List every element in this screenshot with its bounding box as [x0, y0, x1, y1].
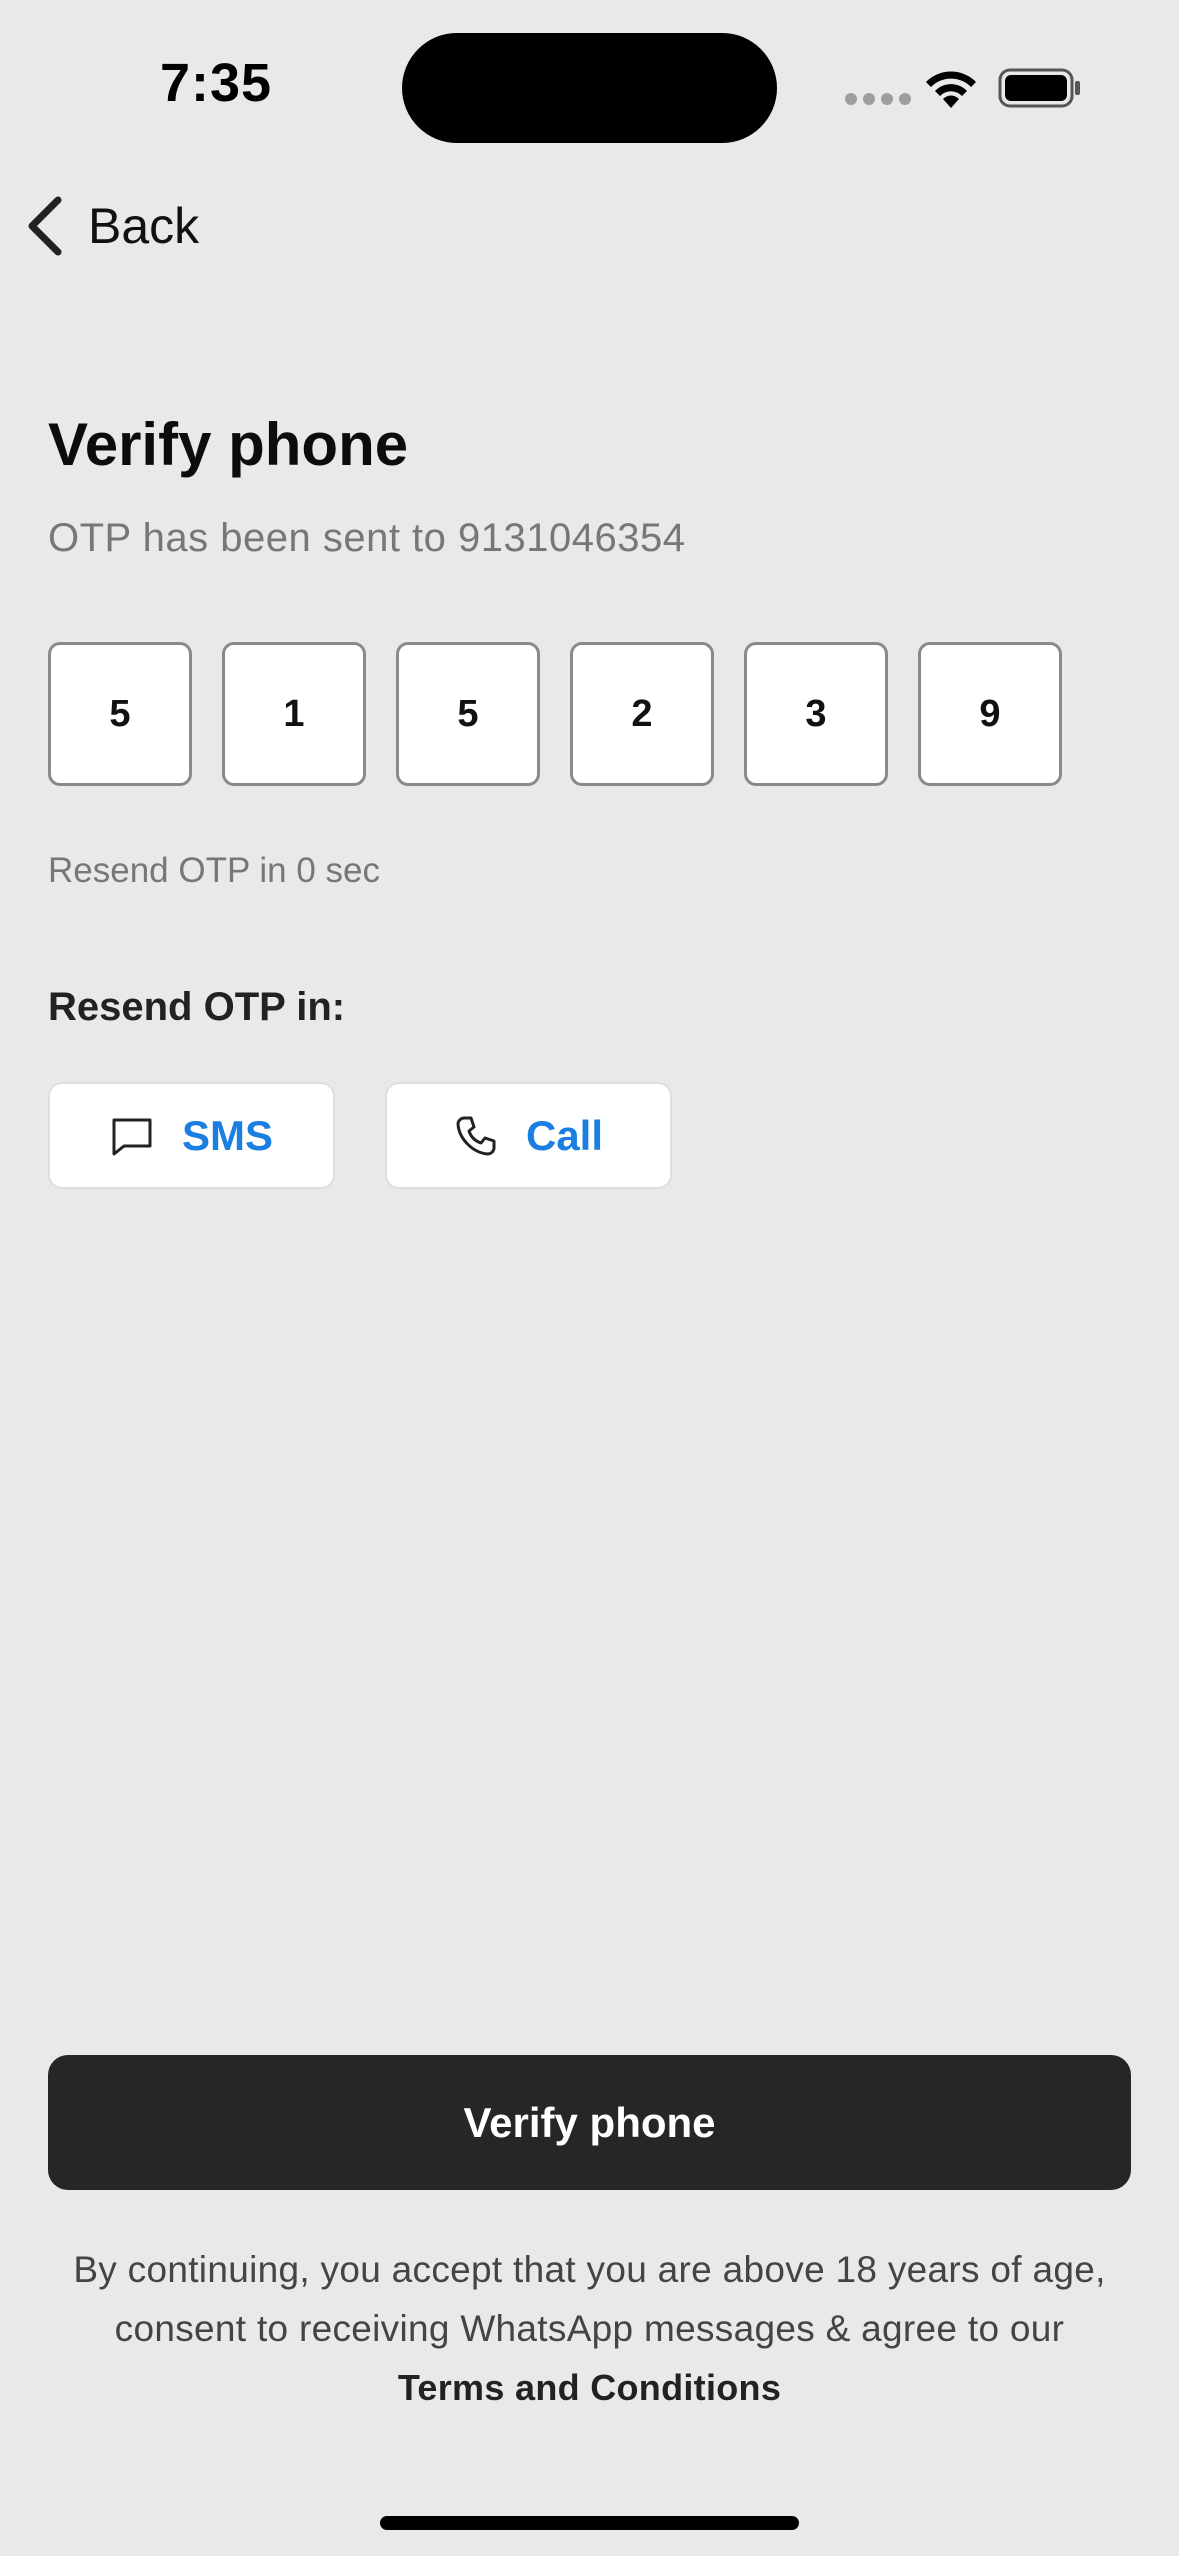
- chevron-left-icon: [28, 196, 62, 256]
- disclaimer-line-2: consent to receiving WhatsApp messages &…: [114, 2308, 1065, 2349]
- dynamic-island: [402, 33, 777, 143]
- terms-disclaimer: By continuing, you accept that you are a…: [30, 2240, 1149, 2417]
- message-icon: [112, 1118, 152, 1155]
- back-label: Back: [88, 198, 200, 254]
- resend-sms-label: SMS: [181, 1111, 273, 1159]
- phone-icon: [456, 1116, 496, 1155]
- otp-digit-field[interactable]: 5: [48, 642, 192, 786]
- battery-icon: [998, 68, 1080, 108]
- otp-digit-field[interactable]: 5: [396, 642, 540, 786]
- back-button[interactable]: Back: [22, 190, 199, 262]
- status-time: 7:35: [160, 53, 273, 113]
- otp-sent-subtitle: OTP has been sent to 9131046354: [48, 516, 686, 560]
- terms-and-conditions-link[interactable]: Terms and Conditions: [30, 2358, 1149, 2417]
- otp-digit-field[interactable]: 1: [222, 642, 366, 786]
- resend-call-button[interactable]: Call: [385, 1082, 672, 1189]
- disclaimer-line-1: By continuing, you accept that you are a…: [73, 2249, 1106, 2290]
- otp-input-group: 5 1 5 2 3 9: [48, 642, 1062, 786]
- resend-timer: Resend OTP in 0 sec: [48, 851, 381, 890]
- status-bar: 7:35: [0, 0, 1179, 150]
- page-title: Verify phone: [48, 411, 409, 478]
- verify-phone-button[interactable]: Verify phone: [48, 2055, 1131, 2190]
- verify-phone-screen: 7:35 Back Verify phone OTP has been sent…: [0, 0, 1179, 2556]
- resend-sms-button[interactable]: SMS: [48, 1082, 335, 1189]
- wifi-icon: [926, 71, 976, 108]
- otp-digit-field[interactable]: 9: [918, 642, 1062, 786]
- resend-options: SMS Call: [48, 1082, 672, 1189]
- otp-digit-field[interactable]: 3: [744, 642, 888, 786]
- signal-dots-icon: [845, 93, 911, 105]
- otp-digit-field[interactable]: 2: [570, 642, 714, 786]
- home-indicator[interactable]: [380, 2516, 799, 2530]
- resend-call-label: Call: [525, 1111, 604, 1159]
- resend-heading: Resend OTP in:: [48, 985, 346, 1029]
